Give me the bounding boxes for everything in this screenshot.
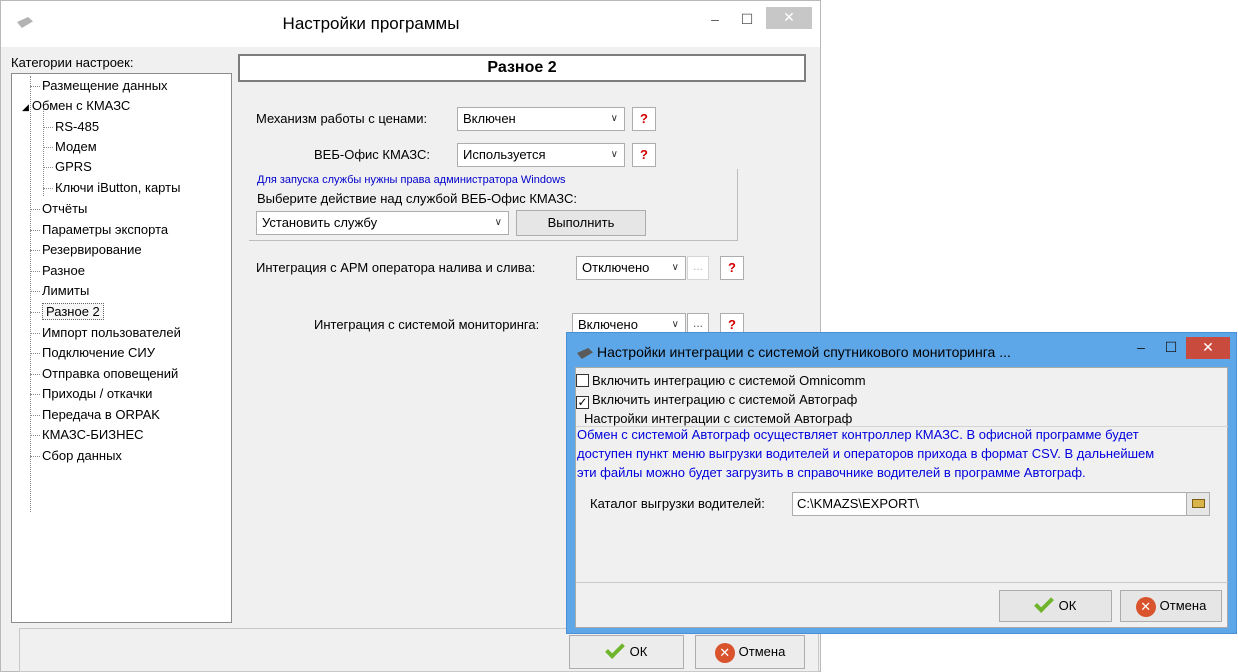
tree-item-ibutton-keys[interactable]: Ключи iButton, карты <box>43 179 180 197</box>
browse-folder-button[interactable] <box>1186 492 1210 516</box>
categories-tree[interactable]: Размещение данных ◢ Обмен с КМАЗС RS-485 … <box>11 73 232 623</box>
check-icon <box>1033 593 1054 613</box>
title-bar: Настройки программы – ☐ ✕ <box>1 1 820 47</box>
omnicomm-checkbox[interactable] <box>576 374 589 387</box>
dialog-ok-button[interactable]: ОК <box>999 590 1112 622</box>
dialog-app-icon <box>577 348 593 359</box>
tree-item-misc[interactable]: Разное <box>30 262 85 280</box>
tree-item-gprs[interactable]: GPRS <box>43 158 92 176</box>
dialog-title: Настройки интеграции с системой спутнико… <box>597 344 1011 360</box>
monitoring-integration-dialog: Настройки интеграции с системой спутнико… <box>566 332 1237 634</box>
info-line: эти файлы можно будет загрузить в справо… <box>577 465 1086 480</box>
info-line: Обмен с системой Автограф осуществляет к… <box>577 427 1139 442</box>
chevron-down-icon: ∨ <box>494 217 502 228</box>
arm-integration-label: Интеграция с АРМ оператора налива и слив… <box>256 260 536 275</box>
web-office-select[interactable]: Используется ∨ <box>457 143 625 167</box>
tree-item-export-params[interactable]: Параметры экспорта <box>30 221 168 239</box>
categories-header: Категории настроек: <box>11 55 134 70</box>
tree-item-orpak[interactable]: Передача в ORPAK <box>30 406 160 424</box>
price-mechanism-label: Механизм работы с ценами: <box>256 111 428 126</box>
help-button-arm[interactable]: ? <box>720 256 744 280</box>
chevron-down-icon: ∨ <box>610 149 618 160</box>
close-button[interactable]: ✕ <box>766 7 812 29</box>
section-title: Разное 2 <box>238 54 806 82</box>
dialog-minimize-button[interactable]: – <box>1127 337 1155 359</box>
dialog-maximize-button[interactable]: ☐ <box>1157 337 1185 359</box>
admin-rights-note: Для запуска службы нужны права администр… <box>257 174 566 186</box>
maximize-button[interactable]: ☐ <box>733 9 761 31</box>
tree-item-rs485[interactable]: RS-485 <box>43 118 99 136</box>
minimize-button[interactable]: – <box>701 9 729 31</box>
tree-item-import-users[interactable]: Импорт пользователей <box>30 324 181 342</box>
tree-item-modem[interactable]: Модем <box>43 138 97 156</box>
execute-button[interactable]: Выполнить <box>516 210 646 236</box>
catalog-input[interactable]: C:\KMAZS\EXPORT\ <box>792 492 1190 516</box>
autograph-label: Включить интеграцию с системой Автограф <box>592 392 858 407</box>
tree-item-data-placement[interactable]: Размещение данных <box>30 77 168 95</box>
folder-open-icon <box>1192 499 1205 508</box>
autograph-group-title: Настройки интеграции с системой Автограф <box>584 411 853 426</box>
tree-item-data-collection[interactable]: Сбор данных <box>30 447 122 465</box>
service-action-label: Выберите действие над службой ВЕБ-Офис К… <box>257 191 577 206</box>
tree-item-kmazs-business[interactable]: КМАЗС-БИЗНЕС <box>30 426 144 444</box>
monitoring-integration-label: Интеграция с системой мониторинга: <box>314 317 540 332</box>
check-icon <box>604 639 625 659</box>
arm-more-button[interactable]: ... <box>687 256 709 280</box>
autograph-checkbox[interactable]: ✓ <box>576 396 589 409</box>
cancel-button[interactable]: ✕ Отмена <box>695 635 805 669</box>
tree-item-siu-connection[interactable]: Подключение СИУ <box>30 344 155 362</box>
arm-integration-select[interactable]: Отключено ∨ <box>576 256 686 280</box>
collapse-arrow-icon[interactable]: ◢ <box>22 102 29 112</box>
dialog-body: Включить интеграцию с системой Omnicomm … <box>575 367 1228 628</box>
tree-item-notifications[interactable]: Отправка оповещений <box>30 365 178 383</box>
catalog-label: Каталог выгрузки водителей: <box>590 496 765 511</box>
cancel-icon: ✕ <box>714 642 735 663</box>
help-button-web-office[interactable]: ? <box>632 143 656 167</box>
categories-panel: Категории настроек: Размещение данных ◢ О… <box>11 47 232 623</box>
service-action-select[interactable]: Установить службу ∨ <box>256 211 509 235</box>
cancel-icon: ✕ <box>1135 596 1156 617</box>
help-button-price[interactable]: ? <box>632 107 656 131</box>
autograph-info: Обмен с системой Автограф осуществляет к… <box>576 425 1228 482</box>
web-office-label: ВЕБ-Офис КМАЗС: <box>314 147 431 162</box>
dialog-cancel-button[interactable]: ✕ Отмена <box>1120 590 1222 622</box>
ok-button[interactable]: ОК <box>569 635 684 669</box>
chevron-down-icon: ∨ <box>610 113 618 124</box>
autograph-checkbox-row[interactable]: ✓ Включить интеграцию с системой Автограф <box>576 392 857 409</box>
tree-item-reports[interactable]: Отчёты <box>30 200 87 218</box>
omnicomm-checkbox-row[interactable]: Включить интеграцию с системой Omnicomm <box>576 373 866 388</box>
price-mechanism-select[interactable]: Включен ∨ <box>457 107 625 131</box>
dialog-close-button[interactable]: ✕ <box>1186 337 1230 359</box>
tree-item-misc2[interactable]: Разное 2 <box>30 303 104 321</box>
tree-item-arrivals[interactable]: Приходы / откачки <box>30 385 152 403</box>
window-title: Настройки программы <box>282 14 460 33</box>
info-line: доступен пункт меню выгрузки водителей и… <box>577 446 1155 461</box>
chevron-down-icon: ∨ <box>671 262 679 273</box>
omnicomm-label: Включить интеграцию с системой Omnicomm <box>592 373 866 388</box>
tree-item-kmazs-exchange[interactable]: ◢ Обмен с КМАЗС <box>22 97 130 115</box>
tree-item-limits[interactable]: Лимиты <box>30 282 89 300</box>
tree-item-backup[interactable]: Резервирование <box>30 241 142 259</box>
